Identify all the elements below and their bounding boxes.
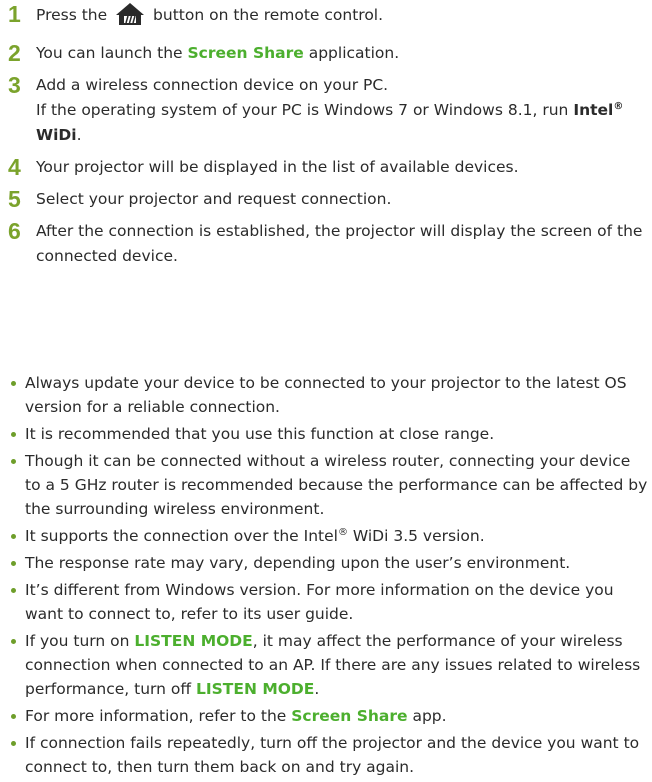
step-5: 5 Select your projector and request conn… <box>8 186 648 212</box>
instruction-page: 1 Press the button on the remote control… <box>0 0 652 776</box>
step-number: 1 <box>8 1 21 27</box>
registered-mark: ® <box>613 101 624 112</box>
bullet-icon <box>11 561 16 566</box>
note-text: The response rate may vary, depending up… <box>25 554 571 572</box>
intel-label: Intel <box>573 101 614 119</box>
bullet-icon <box>11 588 16 593</box>
widi-label: WiDi <box>36 126 77 144</box>
note-text: It’s different from Windows version. For… <box>25 581 614 623</box>
step-text: If the operating system of your PC is Wi… <box>36 101 569 119</box>
bullet-icon <box>11 534 16 539</box>
step-text: button on the remote control. <box>153 6 384 24</box>
step-2: 2 You can launch the Screen Share applic… <box>8 40 648 66</box>
step-3: 3 Add a wireless connection device on yo… <box>8 72 648 148</box>
listen-mode-label: LISTEN MODE <box>195 680 315 698</box>
step-text: application. <box>308 44 400 62</box>
note-item: It supports the connection over the Inte… <box>8 524 648 548</box>
note-item: It is recommended that you use this func… <box>8 422 648 446</box>
note-item: If you turn on LISTEN MODE, it may affec… <box>8 629 648 701</box>
bullet-icon <box>11 714 16 719</box>
note-list: Always update your device to be connecte… <box>8 371 648 782</box>
screen-share-app-name: Screen Share <box>187 44 304 62</box>
period: . <box>76 126 82 144</box>
note-item: The response rate may vary, depending up… <box>8 551 648 575</box>
bullet-icon <box>11 639 16 644</box>
note-item: If connection fails repeatedly, turn off… <box>8 731 648 779</box>
note-text: It is recommended that you use this func… <box>25 425 495 443</box>
step-text: Your projector will be displayed in the … <box>36 158 519 176</box>
step-text: Add a wireless connection device on your… <box>36 76 389 94</box>
step-1: 1 Press the button on the remote control… <box>8 1 648 34</box>
note-item: It’s different from Windows version. For… <box>8 578 648 626</box>
note-text: If connection fails repeatedly, turn off… <box>25 734 640 776</box>
bullet-icon <box>11 381 16 386</box>
step-number: 5 <box>8 186 21 212</box>
step-list: 1 Press the button on the remote control… <box>8 1 648 276</box>
bullet-icon <box>11 741 16 746</box>
step-text: Press the <box>36 6 108 24</box>
note-text: app. <box>412 707 447 725</box>
step-6: 6 After the connection is established, t… <box>8 218 648 269</box>
note-text: WiDi 3.5 version. <box>352 527 485 545</box>
step-number: 6 <box>8 218 21 244</box>
home-icon <box>115 2 145 34</box>
note-text: It supports the connection over the Inte… <box>25 527 338 545</box>
step-text: After the connection is established, the… <box>36 222 643 265</box>
step-number: 4 <box>8 154 21 180</box>
step-text: Select your projector and request connec… <box>36 190 392 208</box>
bullet-icon <box>11 459 16 464</box>
step-text: You can launch the <box>36 44 183 62</box>
listen-mode-label: LISTEN MODE <box>134 632 253 650</box>
note-text: Always update your device to be connecte… <box>25 374 627 416</box>
note-text: For more information, refer to the <box>25 707 287 725</box>
note-text: . <box>314 680 320 698</box>
step-4: 4 Your projector will be displayed in th… <box>8 154 648 180</box>
registered-mark: ® <box>337 527 348 538</box>
note-text: If you turn on <box>25 632 130 650</box>
bullet-icon <box>11 432 16 437</box>
note-item: Always update your device to be connecte… <box>8 371 648 419</box>
note-text: Though it can be connected without a wir… <box>25 452 648 518</box>
note-item: For more information, refer to the Scree… <box>8 704 648 728</box>
step-number: 2 <box>8 40 21 66</box>
screen-share-app-name: Screen Share <box>291 707 408 725</box>
step-number: 3 <box>8 72 21 98</box>
note-item: Though it can be connected without a wir… <box>8 449 648 521</box>
